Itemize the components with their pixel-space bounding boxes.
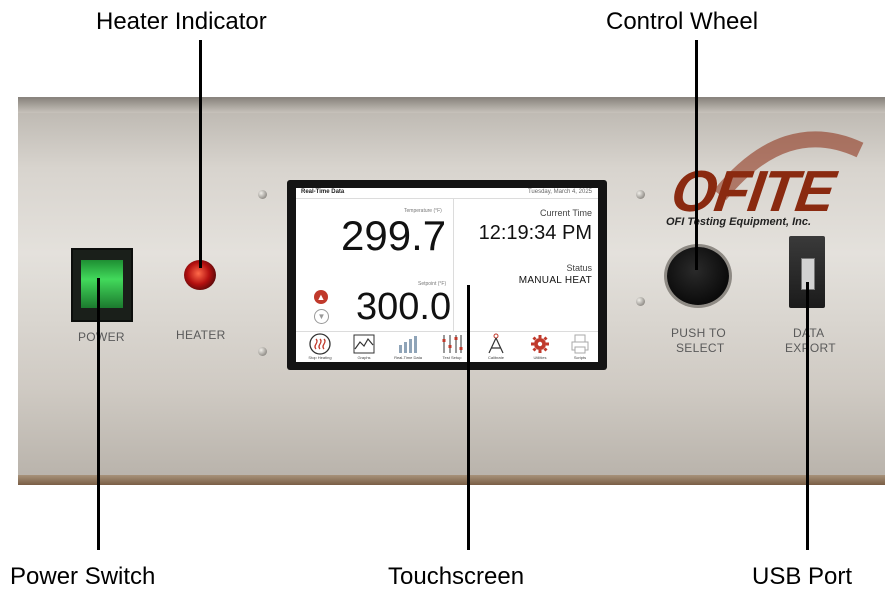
line-graph-icon xyxy=(353,334,375,354)
power-switch-rocker[interactable] xyxy=(81,260,123,308)
gear-icon xyxy=(531,335,549,353)
real-time-data-button[interactable]: Real-Time Data xyxy=(390,333,426,362)
logo-tagline: OFI Testing Equipment, Inc. xyxy=(666,216,812,228)
leader-power xyxy=(97,278,100,550)
leader-heater xyxy=(199,40,202,268)
push-to-select-label-2: SELECT xyxy=(676,341,725,355)
callout-power-switch: Power Switch xyxy=(10,563,156,590)
compass-icon xyxy=(488,333,504,354)
utilities-label: Utilities xyxy=(533,355,547,360)
screen-divider xyxy=(453,198,454,331)
panel-screw xyxy=(258,347,267,356)
bar-chart-icon xyxy=(399,336,417,353)
power-switch[interactable] xyxy=(71,248,133,322)
printer-icon xyxy=(571,334,589,354)
setpoint-up-button[interactable]: ▲ xyxy=(314,290,328,304)
setpoint-value: 300.0 xyxy=(356,286,452,328)
push-to-select-label-1: PUSH TO xyxy=(671,326,727,340)
panel-screw xyxy=(636,190,645,199)
leader-touchscreen xyxy=(467,285,470,550)
leader-wheel xyxy=(695,40,698,270)
scripts-label: Scripts xyxy=(573,355,587,360)
stop-heating-button[interactable]: Stop Heating xyxy=(302,333,338,362)
real-time-data-label: Real-Time Data xyxy=(394,355,422,360)
data-export-label-2: EXPORT xyxy=(785,341,836,355)
ofite-logo: OFITE xyxy=(667,159,838,224)
power-label: POWER xyxy=(78,330,125,344)
panel-screw xyxy=(636,297,645,306)
calibrate-label: Calibrate xyxy=(487,355,504,360)
graphs-label: Graphs xyxy=(357,355,371,360)
heater-label: HEATER xyxy=(176,328,226,342)
current-time-label: Current Time xyxy=(539,208,592,218)
screen-toolbar: Stop Heating Graphs Real-Time Data Test … xyxy=(296,331,598,362)
callout-heater-indicator: Heater Indicator xyxy=(96,8,267,35)
touchscreen[interactable]: Real-Time Data Tuesday, March 4, 2025 Te… xyxy=(296,188,598,362)
temperature-value: 299.7 xyxy=(341,212,447,259)
graphs-button[interactable]: Graphs xyxy=(346,333,382,362)
test-setup-label: Test Setup xyxy=(442,355,462,360)
heat-waves-icon xyxy=(309,333,331,355)
leader-usb xyxy=(806,282,809,550)
setpoint-down-button[interactable]: ▼ xyxy=(314,309,329,324)
test-setup-button[interactable]: Test Setup xyxy=(434,333,470,362)
status-label: Status xyxy=(566,263,592,273)
screen-header: Real-Time Data Tuesday, March 4, 2025 xyxy=(296,188,598,199)
stop-heating-label: Stop Heating xyxy=(308,355,332,360)
callout-touchscreen: Touchscreen xyxy=(388,563,525,590)
screen-date: Tuesday, March 4, 2025 xyxy=(527,189,592,195)
scripts-button[interactable]: Scripts xyxy=(562,333,598,362)
control-wheel[interactable] xyxy=(667,247,729,305)
screen-title: Real-Time Data xyxy=(301,189,345,195)
current-time-value: 12:19:34 PM xyxy=(478,222,592,244)
callout-control-wheel: Control Wheel xyxy=(606,8,759,35)
sliders-icon xyxy=(442,335,463,353)
panel-screw xyxy=(258,190,267,199)
calibrate-button[interactable]: Calibrate xyxy=(478,333,514,362)
utilities-button[interactable]: Utilities xyxy=(522,333,558,362)
status-value: MANUAL HEAT xyxy=(518,275,592,286)
callout-usb-port: USB Port xyxy=(752,563,853,590)
